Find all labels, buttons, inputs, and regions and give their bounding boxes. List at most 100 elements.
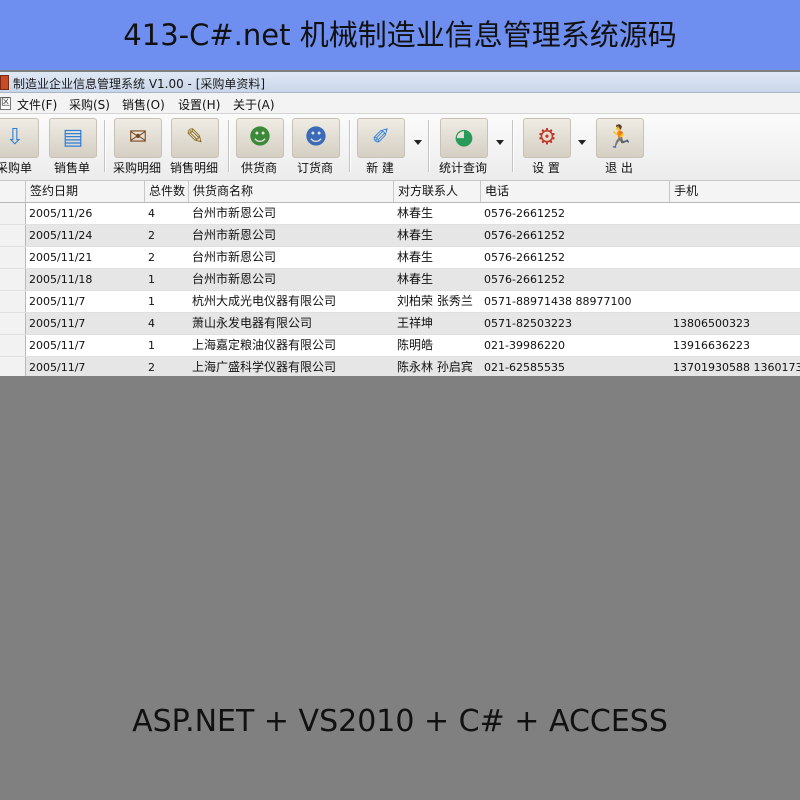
contact-cell[interactable]: 林春生 <box>394 247 481 268</box>
mobile-cell[interactable]: 13701930588 13601733271 <box>670 357 800 376</box>
supplier-cell[interactable]: 上海广盛科学仪器有限公司 <box>189 357 394 376</box>
quantity-cell[interactable]: 2 <box>145 225 189 246</box>
quantity-cell[interactable]: 1 <box>145 335 189 356</box>
date-cell[interactable]: 2005/11/7 <box>26 335 145 356</box>
row-header[interactable] <box>0 225 26 246</box>
contact-cell[interactable]: 王祥坤 <box>394 313 481 334</box>
table-row[interactable]: 2005/11/18 1 台州市新恩公司 林春生 0576-2661252 <box>0 269 800 291</box>
menu-about[interactable]: 关于(A) <box>233 96 275 113</box>
mobile-cell[interactable]: 13916636223 <box>670 335 800 356</box>
table-row[interactable]: 2005/11/21 2 台州市新恩公司 林春生 0576-2661252 <box>0 247 800 269</box>
mobile-cell[interactable] <box>670 291 800 312</box>
row-header[interactable] <box>0 357 26 376</box>
table-row[interactable]: 2005/11/7 2 上海广盛科学仪器有限公司 陈永林 孙启宾 021-6258553… <box>0 357 800 376</box>
date-cell[interactable]: 2005/11/21 <box>26 247 145 268</box>
column-header-quantity[interactable]: 总件数 <box>145 181 189 202</box>
mobile-cell[interactable] <box>670 269 800 290</box>
row-header[interactable] <box>0 269 26 290</box>
column-header-contact[interactable]: 对方联系人 <box>394 181 481 202</box>
date-cell[interactable]: 2005/11/7 <box>26 313 145 334</box>
contact-cell[interactable]: 陈永林 孙启宾 <box>394 357 481 376</box>
mobile-cell[interactable] <box>670 203 800 224</box>
sales-detail-label: 销售明细 <box>169 161 218 175</box>
table-row[interactable]: 2005/11/26 4 台州市新恩公司 林春生 0576-2661252 <box>0 203 800 225</box>
row-header[interactable] <box>0 247 26 268</box>
purchase-order-button[interactable]: ⇩ 采购单 <box>0 116 42 178</box>
table-row[interactable]: 2005/11/7 1 杭州大成光电仪器有限公司 刘柏荣 张秀兰 0571-889714… <box>0 291 800 313</box>
table-row[interactable]: 2005/11/24 2 台州市新恩公司 林春生 0576-2661252 <box>0 225 800 247</box>
statistics-button[interactable]: ◕ 统计查询 <box>432 116 494 178</box>
exit-icon: 🏃 <box>596 118 644 158</box>
contact-cell[interactable]: 陈明皓 <box>394 335 481 356</box>
purchase-detail-button[interactable]: ✉ 采购明细 <box>108 116 166 178</box>
statistics-icon: ◕ <box>440 118 488 158</box>
supplier-cell[interactable]: 台州市新恩公司 <box>189 203 394 224</box>
title-bar[interactable]: 制造业企业信息管理系统 V1.00 - [采购单资料] <box>0 72 800 93</box>
phone-cell[interactable]: 0571-88971438 88977100 <box>481 291 670 312</box>
menu-file[interactable]: 文件(F) <box>17 96 57 113</box>
mobile-cell[interactable] <box>670 247 800 268</box>
contact-cell[interactable]: 林春生 <box>394 269 481 290</box>
sales-order-button[interactable]: ▤ 销售单 <box>44 116 100 178</box>
table-row[interactable]: 2005/11/7 1 上海嘉定粮油仪器有限公司 陈明皓 021-39986220 139… <box>0 335 800 357</box>
row-header[interactable] <box>0 335 26 356</box>
purchase-order-grid[interactable]: 签约日期 总件数 供货商名称 对方联系人 电话 手机 2005/11/26 4 台州… <box>0 181 800 376</box>
new-button[interactable]: ✐ 新 建 <box>352 116 408 178</box>
date-cell[interactable]: 2005/11/18 <box>26 269 145 290</box>
sales-order-icon: ▤ <box>49 118 97 158</box>
date-cell[interactable]: 2005/11/7 <box>26 291 145 312</box>
quantity-cell[interactable]: 2 <box>145 247 189 268</box>
phone-cell[interactable]: 0576-2661252 <box>481 247 670 268</box>
date-cell[interactable]: 2005/11/24 <box>26 225 145 246</box>
phone-cell[interactable]: 0576-2661252 <box>481 269 670 290</box>
menu-sales[interactable]: 销售(O) <box>122 96 165 113</box>
phone-cell[interactable]: 021-39986220 <box>481 335 670 356</box>
supplier-cell[interactable]: 台州市新恩公司 <box>189 247 394 268</box>
supplier-cell[interactable]: 杭州大成光电仪器有限公司 <box>189 291 394 312</box>
contact-cell[interactable]: 刘柏荣 张秀兰 <box>394 291 481 312</box>
new-dropdown-arrow-icon[interactable] <box>414 140 422 145</box>
contact-cell[interactable]: 林春生 <box>394 203 481 224</box>
quantity-cell[interactable]: 1 <box>145 291 189 312</box>
statistics-dropdown-arrow-icon[interactable] <box>496 140 504 145</box>
row-header[interactable] <box>0 203 26 224</box>
quantity-cell[interactable]: 4 <box>145 313 189 334</box>
supplier-cell[interactable]: 台州市新恩公司 <box>189 225 394 246</box>
table-row[interactable]: 2005/11/7 4 萧山永发电器有限公司 王祥坤 0571-82503223 1380… <box>0 313 800 335</box>
settings-dropdown-arrow-icon[interactable] <box>578 140 586 145</box>
phone-cell[interactable]: 021-62585535 <box>481 357 670 376</box>
row-header[interactable] <box>0 291 26 312</box>
phone-cell[interactable]: 0571-82503223 <box>481 313 670 334</box>
toolbar-separator <box>228 120 230 172</box>
menu-purchase[interactable]: 采购(S) <box>69 96 110 113</box>
supplier-cell[interactable]: 台州市新恩公司 <box>189 269 394 290</box>
mobile-cell[interactable] <box>670 225 800 246</box>
exit-button[interactable]: 🏃 退 出 <box>592 116 646 178</box>
supplier-cell[interactable]: 萧山永发电器有限公司 <box>189 313 394 334</box>
mobile-cell[interactable]: 13806500323 <box>670 313 800 334</box>
banner-title: 413-C#.net 机械制造业信息管理系统源码 <box>123 18 677 52</box>
column-header-supplier[interactable]: 供货商名称 <box>189 181 394 202</box>
supplier-cell[interactable]: 上海嘉定粮油仪器有限公司 <box>189 335 394 356</box>
sales-detail-button[interactable]: ✎ 销售明细 <box>165 116 223 178</box>
toolbar: ⇩ 采购单 ▤ 销售单 ✉ 采购明细 ✎ 销售明细 ☻ 供货商 ☻ 订货商 ✐ … <box>0 114 800 181</box>
menu-settings[interactable]: 设置(H) <box>178 96 220 113</box>
quantity-cell[interactable]: 2 <box>145 357 189 376</box>
contact-cell[interactable]: 林春生 <box>394 225 481 246</box>
exit-label: 退 出 <box>605 161 633 175</box>
supplier-button[interactable]: ☻ 供货商 <box>232 116 286 178</box>
row-header[interactable] <box>0 313 26 334</box>
date-cell[interactable]: 2005/11/7 <box>26 357 145 376</box>
quantity-cell[interactable]: 1 <box>145 269 189 290</box>
phone-cell[interactable]: 0576-2661252 <box>481 203 670 224</box>
customer-button[interactable]: ☻ 订货商 <box>288 116 342 178</box>
system-menu-icon[interactable]: 区 <box>0 97 11 110</box>
column-header-date[interactable]: 签约日期 <box>26 181 145 202</box>
column-header-phone[interactable]: 电话 <box>481 181 670 202</box>
phone-cell[interactable]: 0576-2661252 <box>481 225 670 246</box>
date-cell[interactable]: 2005/11/26 <box>26 203 145 224</box>
quantity-cell[interactable]: 4 <box>145 203 189 224</box>
app-icon[interactable] <box>0 75 9 90</box>
column-header-mobile[interactable]: 手机 <box>670 181 800 202</box>
settings-button[interactable]: ⚙ 设 置 <box>518 116 574 178</box>
